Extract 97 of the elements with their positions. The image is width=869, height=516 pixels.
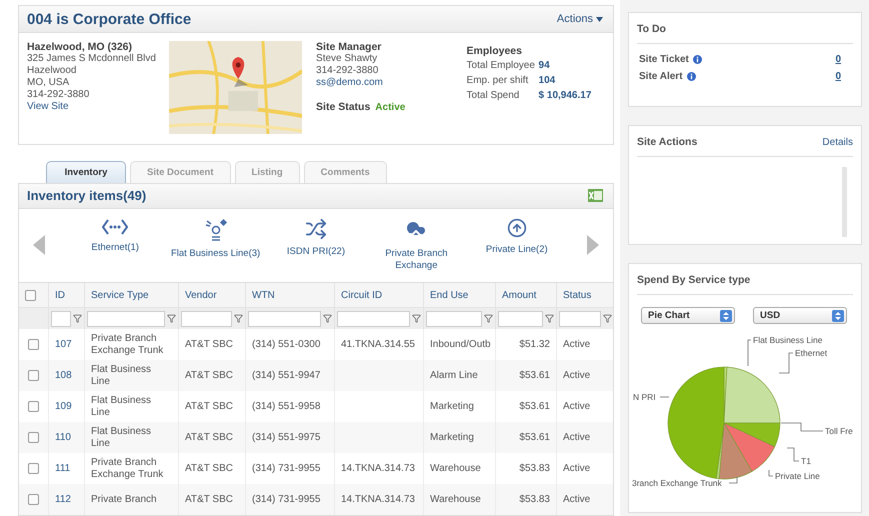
table-cell: 41.TKNA.314.55 [341, 338, 415, 350]
column-header[interactable]: Vendor [179, 283, 246, 308]
table-cell: Active [563, 370, 590, 382]
table-cell: (314) 731-9955 [252, 462, 320, 474]
table-cell: AT&T SBC [185, 462, 233, 474]
table-cell: AT&T SBC [185, 338, 233, 350]
employee-stat-label: Total Employee [466, 60, 536, 72]
table-cell: AT&T SBC [185, 494, 233, 506]
manager-name: Steve Shawty [316, 53, 378, 65]
table-cell: $53.61 [519, 370, 550, 382]
tab[interactable]: Inventory [46, 161, 126, 183]
manager-email[interactable]: ss@demo.com [316, 77, 449, 89]
employee-stat-label: Emp. per shift [466, 75, 530, 87]
inventory-title: Inventory items(49) [27, 188, 146, 204]
column-header[interactable]: ID [49, 283, 85, 308]
slice-label: N PRI [633, 392, 656, 402]
slice-label: Flat Business Line [753, 335, 822, 345]
table-cell-text: Private Branch Exchange Trunk [91, 456, 164, 480]
service-category[interactable]: Ethernet(1) [70, 218, 160, 272]
status-label: Site Status [316, 101, 370, 113]
table-cell: Active [563, 432, 590, 444]
todo-label: Site Ticket [639, 54, 689, 65]
employee-stat-value: $ 10,946.17 [538, 90, 592, 102]
table-cell: Active [563, 462, 590, 474]
site-name: Hazelwood, MO (326) [27, 41, 134, 53]
table-cell: (314) 551-9958 [252, 400, 320, 412]
column-header[interactable]: End Use [424, 283, 496, 308]
id-link[interactable]: 110 [55, 432, 71, 444]
employee-stat-value: 104 [538, 75, 556, 87]
table-cell: 14.TKNA.314.73 [341, 462, 415, 474]
table-cell: Warehouse [430, 462, 481, 474]
table-cell: Active [563, 494, 590, 506]
service-category[interactable]: Private Line(2) [472, 218, 562, 272]
table-cell: (314) 551-0300 [252, 338, 320, 350]
site-title: 004 is Corporate Office [27, 10, 192, 28]
column-header[interactable]: WTN [246, 283, 335, 308]
select-field[interactable]: Pie Chart [641, 307, 735, 324]
table-cell: (314) 731-9955 [252, 494, 320, 506]
table-cell: Alarm Line [430, 370, 478, 382]
table-cell-text: Flat Business Line [91, 364, 152, 388]
status-value: Active [375, 102, 406, 114]
employee-stat-value: 94 [538, 60, 550, 72]
table-cell: Marketing [430, 432, 474, 444]
table-cell: $53.61 [519, 432, 550, 444]
table-cell: Active [563, 400, 590, 412]
slice-label: Private Line [775, 471, 820, 481]
employee-stat-label: Total Spend [466, 90, 520, 102]
table-cell: (314) 551-9975 [252, 432, 320, 444]
service-category[interactable]: ISDN PRI(22) [270, 218, 361, 272]
table-cell: Inbound/Outb [430, 338, 491, 350]
table-cell: Private Branch [91, 494, 157, 506]
id-link[interactable]: 109 [55, 400, 72, 412]
slice-label: 3ranch Exchange Trunk [632, 478, 722, 488]
details-link[interactable]: Details [822, 136, 853, 148]
todo-title: To Do [637, 23, 666, 35]
spend-title: Spend By Service type [637, 274, 750, 286]
table-cell: $51.32 [519, 338, 550, 350]
todo-label: Site Alert [639, 71, 683, 82]
table-cell: 14.TKNA.314.73 [341, 494, 415, 506]
id-link[interactable]: 111 [55, 462, 70, 474]
slice-label: Ethernet [795, 348, 828, 358]
slice-label: T1 [801, 456, 811, 466]
address-line: 314-292-3880 [27, 89, 90, 101]
site-actions-title: Site Actions [637, 136, 698, 148]
table-cell-text: Flat Business Line [91, 426, 152, 450]
select-field[interactable]: USD [753, 307, 847, 324]
actions-menu[interactable]: Actions [556, 13, 603, 25]
slice-label: Toll Fre [825, 426, 853, 436]
column-header[interactable]: Amount [496, 283, 557, 308]
id-link[interactable]: 108 [55, 370, 72, 382]
address-line: Hazelwood [27, 65, 78, 77]
count-link[interactable]: 0 [835, 71, 841, 82]
table-cell: (314) 551-9947 [252, 370, 320, 382]
table-cell: AT&T SBC [185, 400, 233, 412]
employees-heading: Employees [466, 45, 523, 57]
table-cell: AT&T SBC [185, 370, 233, 382]
count-link[interactable]: 0 [835, 54, 841, 65]
table-cell: Active [563, 338, 590, 350]
table-cell: Marketing [430, 400, 474, 412]
table-cell: $53.83 [519, 494, 550, 506]
table-cell: $53.61 [519, 400, 550, 412]
service-category[interactable]: Private Branch Exchange [371, 218, 462, 272]
table-cell: Warehouse [430, 494, 481, 506]
table-cell: $53.83 [519, 462, 550, 474]
address-line: MO, USA [27, 77, 70, 89]
view-site-link[interactable]: View Site [27, 101, 161, 113]
manager-heading: Site Manager [316, 41, 382, 53]
table-cell-text: Flat Business Line [91, 394, 152, 418]
id-link[interactable]: 107 [55, 338, 72, 350]
table-cell: AT&T SBC [185, 432, 233, 444]
id-link[interactable]: 112 [55, 494, 71, 506]
service-category[interactable]: Flat Business Line(3) [170, 218, 261, 272]
column-header[interactable]: Circuit ID [335, 283, 424, 308]
address-line: 325 James S Mcdonnell Blvd [27, 53, 157, 65]
column-header[interactable]: Service Type [85, 283, 179, 308]
manager-phone: 314-292-3880 [316, 65, 380, 77]
table-cell-text: Private Branch Exchange Trunk [91, 332, 164, 356]
